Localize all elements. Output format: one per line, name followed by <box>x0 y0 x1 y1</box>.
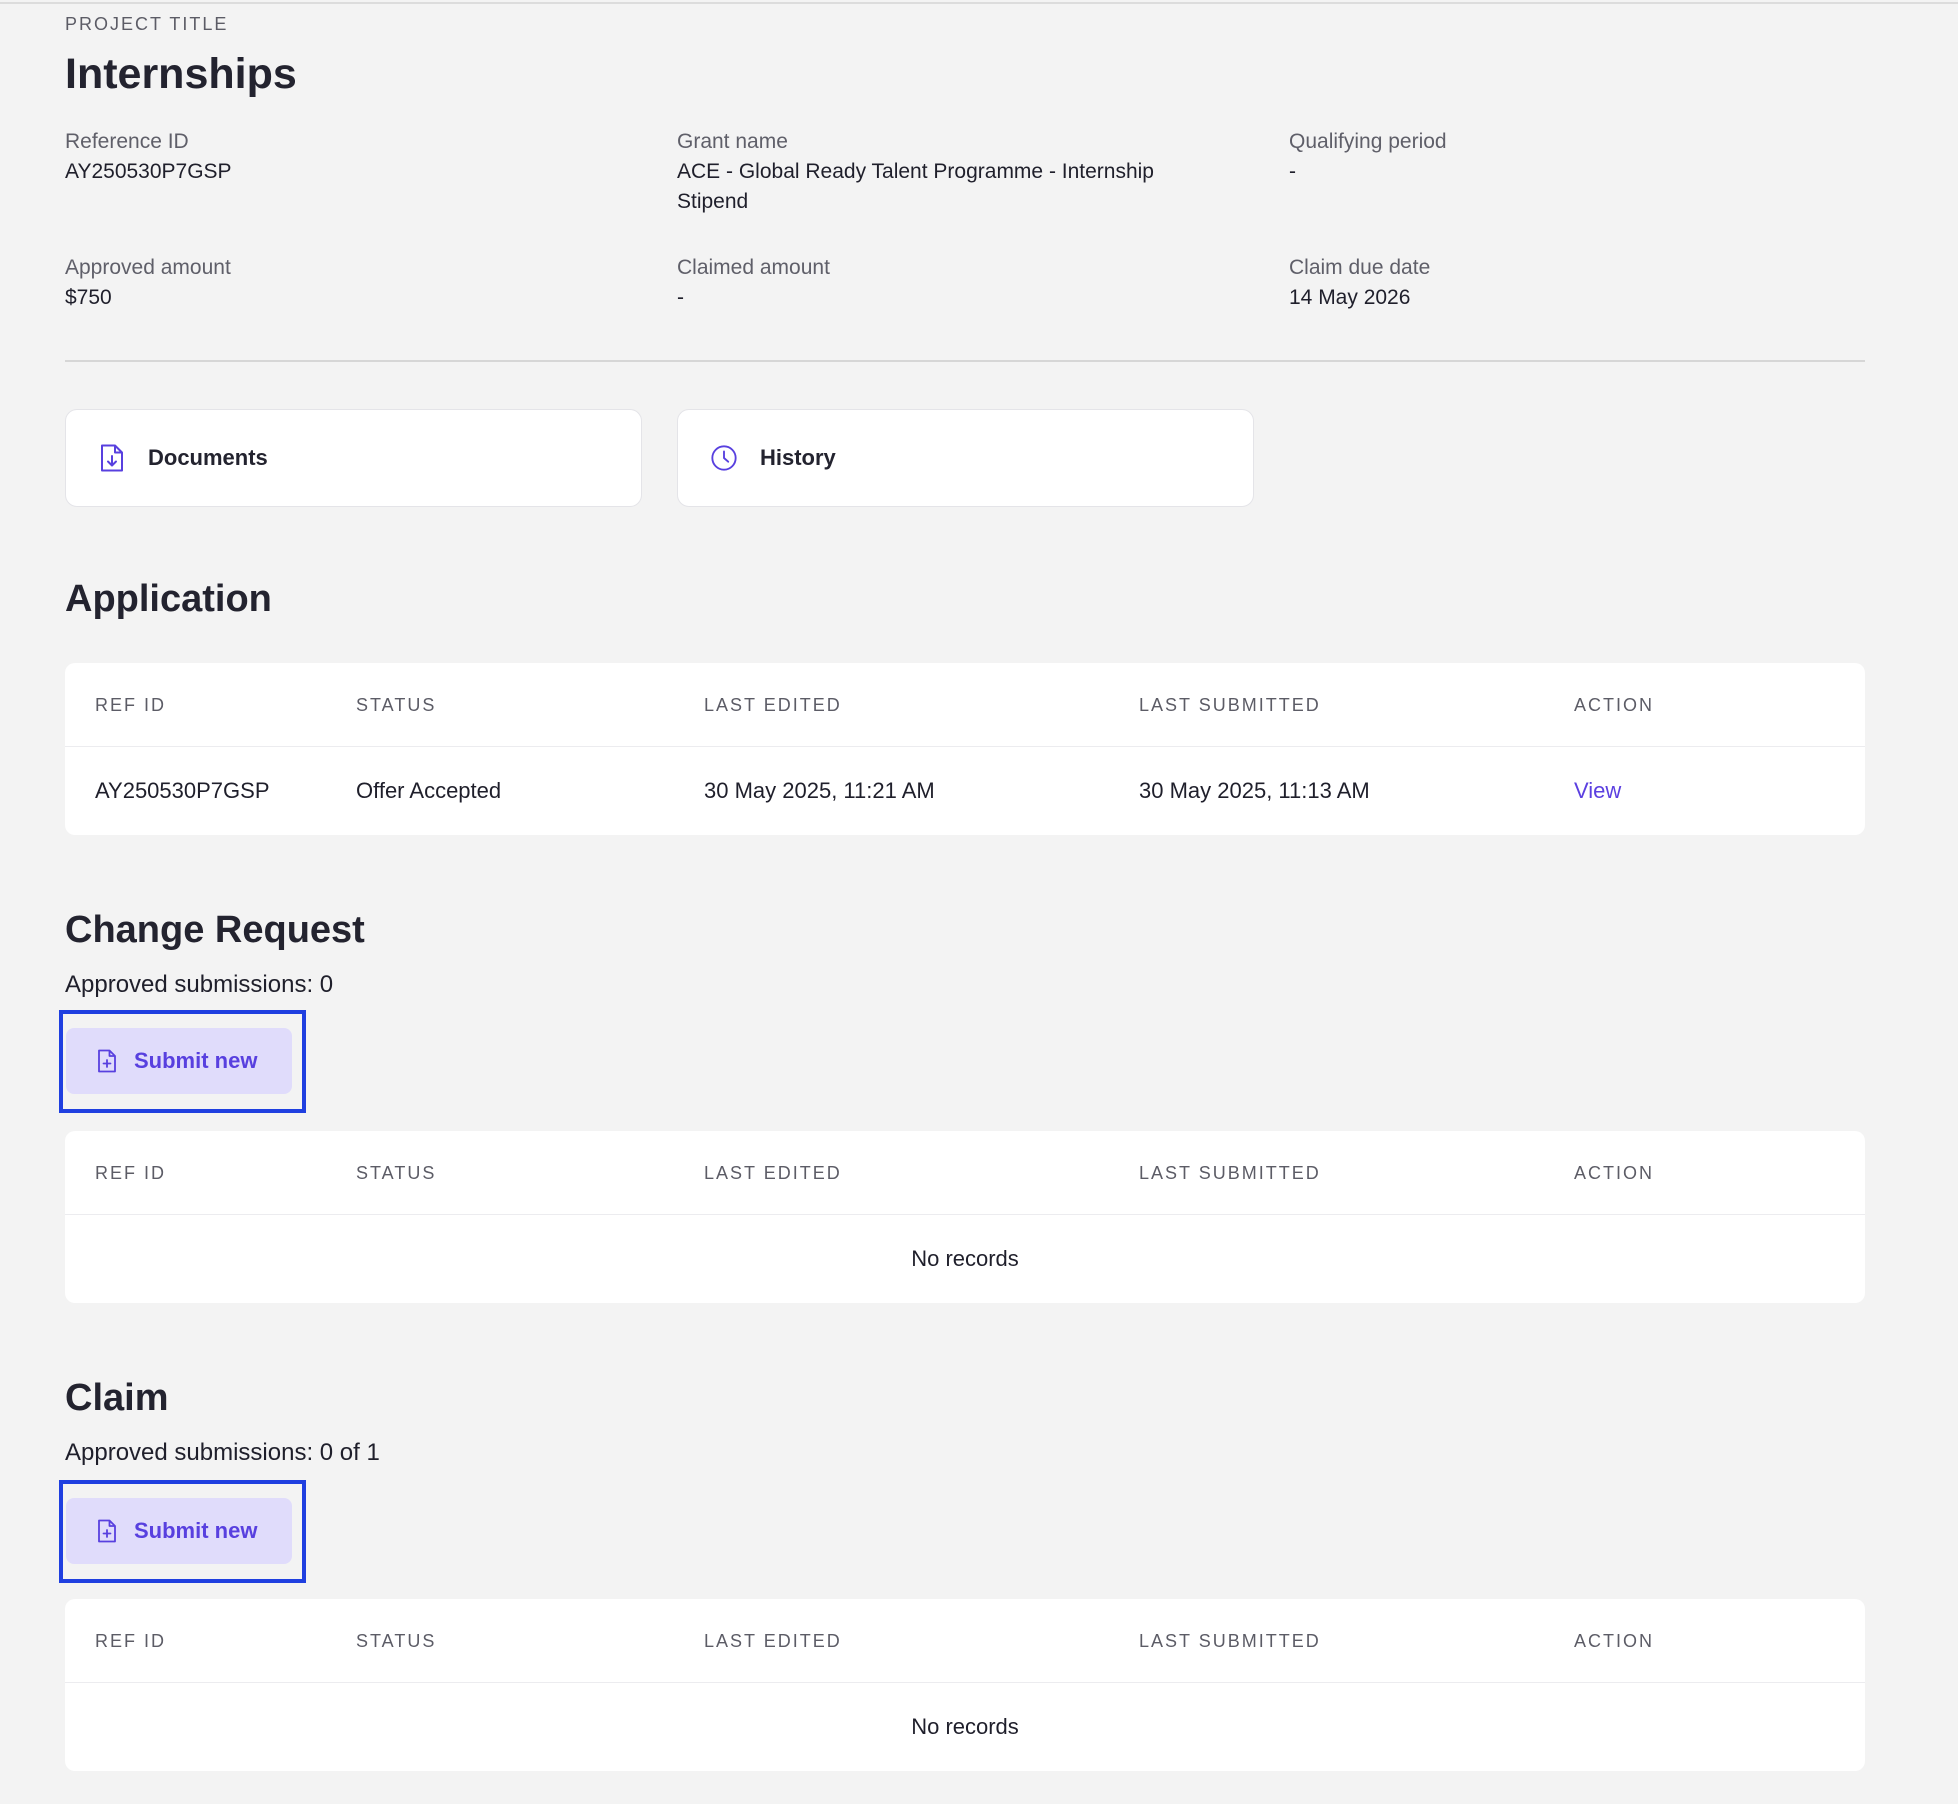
column-header-last-submitted: LAST SUBMITTED <box>1139 1163 1321 1183</box>
table-header: REF ID STATUS LAST EDITED LAST SUBMITTED… <box>65 1131 1865 1215</box>
approved-amount-value: $750 <box>65 286 112 309</box>
column-header-last-edited: LAST EDITED <box>704 695 842 715</box>
claim-heading: Claim <box>65 1377 169 1419</box>
history-card[interactable]: History <box>677 409 1254 507</box>
row-last-edited: 30 May 2025, 11:21 AM <box>704 778 935 803</box>
submit-new-label: Submit new <box>134 1518 258 1543</box>
history-card-label: History <box>760 445 836 470</box>
file-plus-icon <box>96 1048 118 1074</box>
column-header-last-submitted: LAST SUBMITTED <box>1139 695 1321 715</box>
approved-amount-label: Approved amount <box>65 256 231 279</box>
table-header: REF ID STATUS LAST EDITED LAST SUBMITTED… <box>65 663 1865 747</box>
section-divider <box>65 360 1865 362</box>
claim-table: REF ID STATUS LAST EDITED LAST SUBMITTED… <box>65 1599 1865 1771</box>
submit-new-label: Submit new <box>134 1048 258 1073</box>
file-plus-icon <box>96 1518 118 1544</box>
application-heading: Application <box>65 578 272 620</box>
grant-name-value-line1: ACE - Global Ready Talent Programme - In… <box>677 160 1154 183</box>
column-header-ref-id: REF ID <box>95 695 167 715</box>
claim-due-date-value: 14 May 2026 <box>1289 286 1411 309</box>
qualifying-period-field: Qualifying period - <box>1289 127 1447 187</box>
file-download-icon <box>98 443 126 473</box>
grant-name-value-line2: Stipend <box>677 190 749 213</box>
table-row: AY250530P7GSP Offer Accepted 30 May 2025… <box>65 747 1865 835</box>
table-header: REF ID STATUS LAST EDITED LAST SUBMITTED… <box>65 1599 1865 1683</box>
project-title-eyebrow: PROJECT TITLE <box>65 14 229 34</box>
change-request-submit-highlight: Submit new <box>59 1010 306 1113</box>
row-status: Offer Accepted <box>356 778 502 803</box>
change-request-approved-count: Approved submissions: 0 <box>65 971 334 998</box>
page-title: Internships <box>65 50 297 98</box>
empty-state: No records <box>911 1714 1019 1739</box>
grant-name-field: Grant name ACE - Global Ready Talent Pro… <box>677 127 1154 217</box>
change-request-table: REF ID STATUS LAST EDITED LAST SUBMITTED… <box>65 1131 1865 1303</box>
grant-name-label: Grant name <box>677 130 788 153</box>
documents-card[interactable]: Documents <box>65 409 642 507</box>
claim-due-date-label: Claim due date <box>1289 256 1431 279</box>
clock-icon <box>710 443 738 473</box>
top-divider <box>0 2 1958 4</box>
row-last-submitted: 30 May 2025, 11:13 AM <box>1139 778 1370 803</box>
empty-state: No records <box>911 1246 1019 1271</box>
claim-approved-count: Approved submissions: 0 of 1 <box>65 1439 380 1466</box>
claim-submit-highlight: Submit new <box>59 1480 306 1583</box>
column-header-ref-id: REF ID <box>95 1163 167 1183</box>
column-header-ref-id: REF ID <box>95 1631 167 1651</box>
column-header-status: STATUS <box>356 1163 437 1183</box>
claim-due-date-field: Claim due date 14 May 2026 <box>1289 253 1430 313</box>
row-ref-id: AY250530P7GSP <box>95 778 270 803</box>
column-header-last-submitted: LAST SUBMITTED <box>1139 1631 1321 1651</box>
claimed-amount-value: - <box>677 286 684 309</box>
reference-id-label: Reference ID <box>65 130 189 153</box>
claimed-amount-label: Claimed amount <box>677 256 830 279</box>
reference-id-field: Reference ID AY250530P7GSP <box>65 127 232 187</box>
view-link[interactable]: View <box>1574 747 1621 835</box>
application-table: REF ID STATUS LAST EDITED LAST SUBMITTED… <box>65 663 1865 835</box>
qualifying-period-label: Qualifying period <box>1289 130 1447 153</box>
claimed-amount-field: Claimed amount - <box>677 253 830 313</box>
column-header-action: ACTION <box>1574 1163 1655 1183</box>
claim-submit-new-button[interactable]: Submit new <box>66 1498 292 1564</box>
change-request-heading: Change Request <box>65 909 365 951</box>
column-header-status: STATUS <box>356 1631 437 1651</box>
column-header-last-edited: LAST EDITED <box>704 1163 842 1183</box>
column-header-last-edited: LAST EDITED <box>704 1631 842 1651</box>
reference-id-value: AY250530P7GSP <box>65 160 232 183</box>
column-header-action: ACTION <box>1574 695 1655 715</box>
column-header-action: ACTION <box>1574 1631 1655 1651</box>
change-request-submit-new-button[interactable]: Submit new <box>66 1028 292 1094</box>
column-header-status: STATUS <box>356 695 437 715</box>
qualifying-period-value: - <box>1289 160 1296 183</box>
documents-card-label: Documents <box>148 445 268 470</box>
approved-amount-field: Approved amount $750 <box>65 253 231 313</box>
